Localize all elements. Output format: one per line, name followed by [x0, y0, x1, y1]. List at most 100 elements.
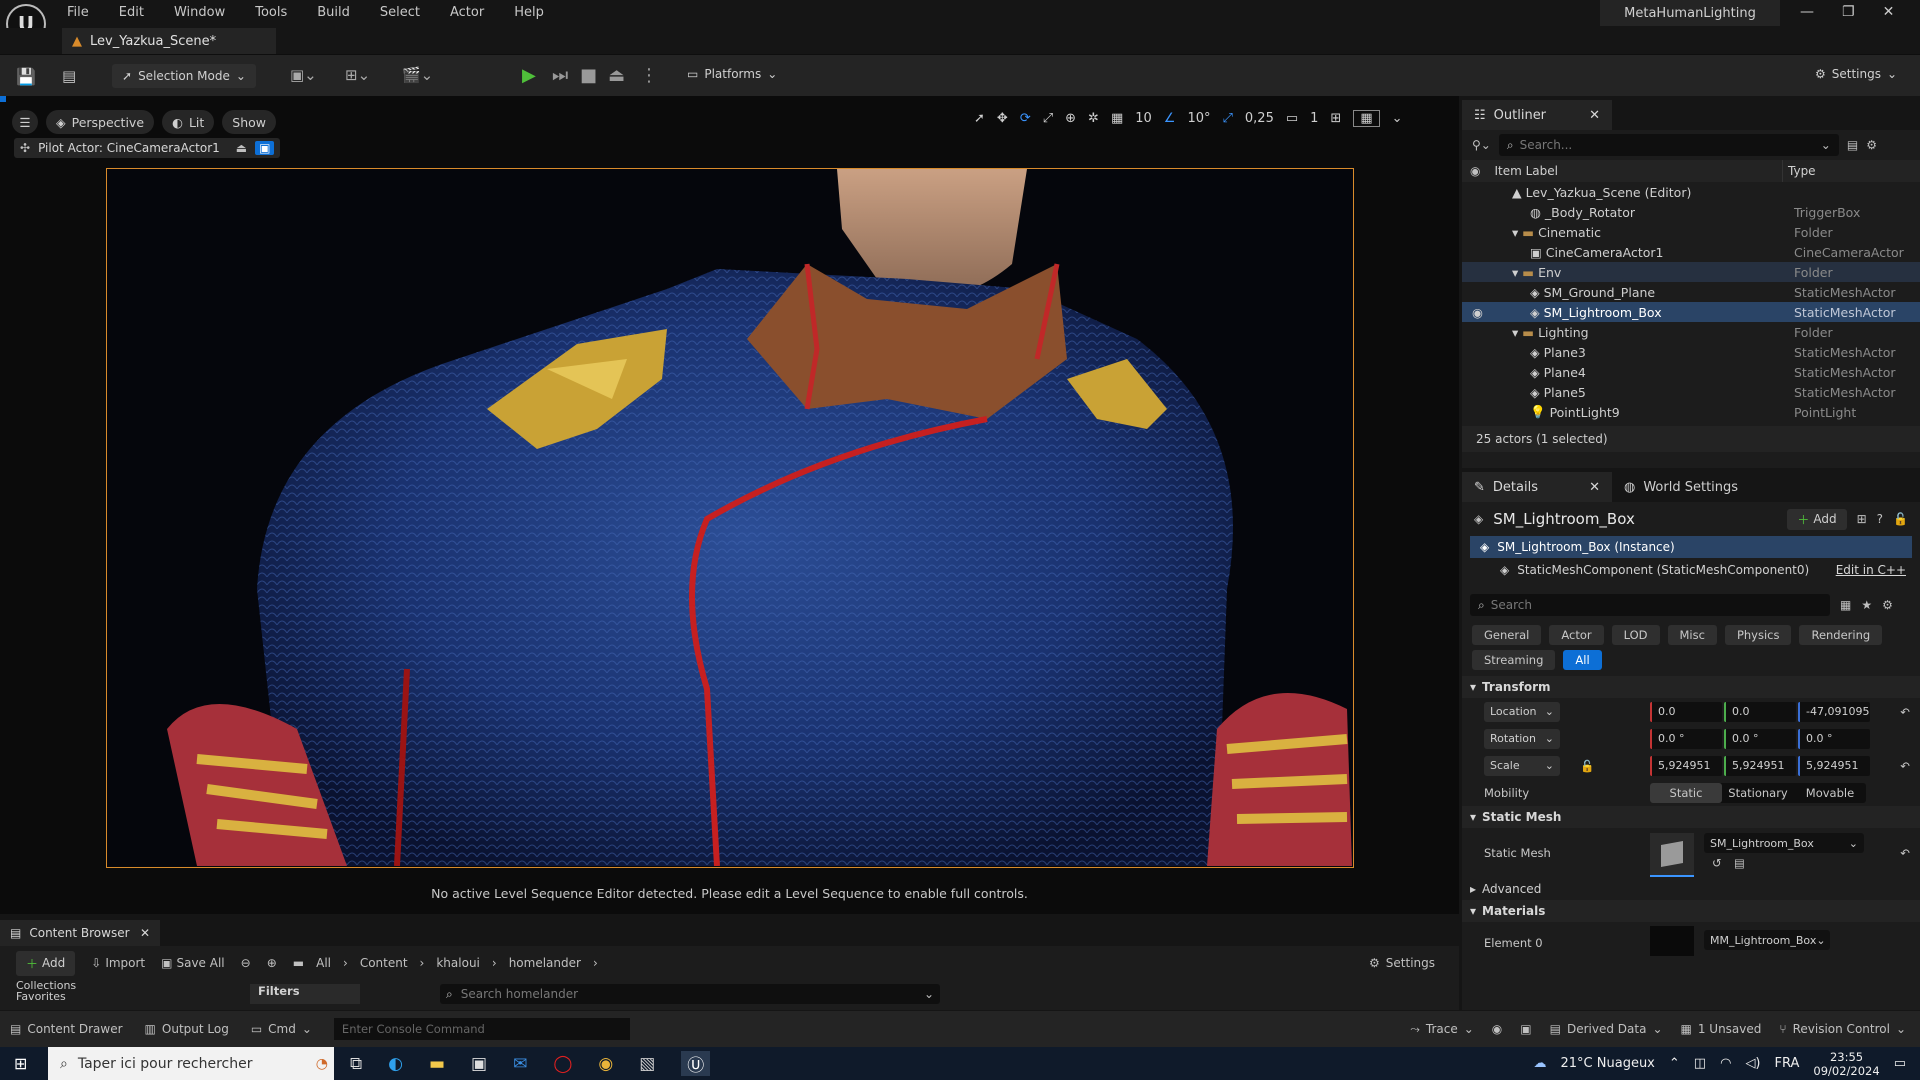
rotation-y-field[interactable]: 0.0 °: [1724, 728, 1796, 749]
more-icon[interactable]: ⋮: [640, 65, 658, 86]
add-folder-icon[interactable]: ▤: [1847, 138, 1858, 152]
scale-snap-icon[interactable]: ⤢: [1222, 111, 1232, 126]
static-mesh-section[interactable]: ▾ Static Mesh: [1462, 806, 1920, 828]
edit-cpp-link[interactable]: Edit in C++: [1836, 563, 1906, 577]
store-icon[interactable]: ▣: [471, 1054, 487, 1074]
outliner-row-level[interactable]: ▲ Lev_Yazkua_Scene (Editor): [1462, 182, 1920, 202]
outliner-row[interactable]: ◈ Plane3 StaticMeshActor: [1462, 342, 1920, 362]
menu-tools[interactable]: Tools: [255, 5, 287, 20]
chip-lod[interactable]: LOD: [1611, 624, 1660, 645]
taskbar-search-input[interactable]: ⌕ Taper ici pour rechercher ◔: [48, 1047, 334, 1080]
menu-actor[interactable]: Actor: [450, 5, 484, 20]
unreal-taskbar-icon[interactable]: Ⓤ: [681, 1051, 711, 1076]
camera-lock-icon[interactable]: ▣: [255, 141, 275, 155]
mesh-thumbnail[interactable]: [1650, 833, 1694, 877]
stop-icon[interactable]: ■: [580, 65, 597, 86]
transform-section[interactable]: ▾ Transform: [1462, 676, 1920, 698]
camera-speed-icon[interactable]: ▭: [1286, 111, 1298, 126]
move-tool-icon[interactable]: ✥: [997, 111, 1008, 126]
level-tab[interactable]: ▲ Lev_Yazkua_Scene*: [62, 28, 276, 54]
collections-header[interactable]: Collections Favorites: [16, 980, 76, 1002]
reset-icon[interactable]: ↶: [1900, 759, 1910, 773]
breadcrumb-homelander[interactable]: homelander: [509, 956, 581, 970]
content-drawer-button[interactable]: ▤ Content Drawer: [10, 1022, 123, 1036]
minimize-icon[interactable]: —: [1800, 4, 1814, 20]
level-viewport[interactable]: ☰ ◈ Perspective ◐ Lit Show ✣ Pilot Actor: …: [0, 96, 1459, 914]
outliner-folder-row[interactable]: ▾ ▬ Cinematic Folder: [1462, 222, 1920, 242]
chip-all[interactable]: All: [1563, 649, 1602, 670]
rotation-x-field[interactable]: 0.0 °: [1650, 728, 1722, 749]
save-icon[interactable]: 💾: [16, 67, 36, 86]
gear-icon[interactable]: ⚙: [1866, 138, 1877, 152]
derived-data-dropdown[interactable]: ▤ Derived Data ⌄: [1550, 1022, 1663, 1036]
table-view-icon[interactable]: ▦: [1840, 598, 1851, 612]
material-thumbnail[interactable]: [1650, 926, 1694, 956]
eye-icon[interactable]: ◉: [1472, 305, 1483, 320]
chip-rendering[interactable]: Rendering: [1799, 624, 1883, 645]
save-all-button[interactable]: ▣ Save All: [161, 956, 225, 970]
rotation-snap-icon[interactable]: ∠: [1164, 111, 1176, 126]
cinematics-icon[interactable]: 🎬⌄: [402, 66, 433, 84]
scale-lock-icon[interactable]: 🔓: [1580, 759, 1594, 773]
outliner-row[interactable]: ◈ SM_Ground_Plane StaticMeshActor: [1462, 282, 1920, 302]
menu-window[interactable]: Window: [174, 5, 225, 20]
details-tab[interactable]: ✎ Details ✕: [1462, 472, 1612, 502]
add-component-button[interactable]: ＋ Add: [1787, 508, 1847, 530]
revision-control-dropdown[interactable]: ⑂ Revision Control ⌄: [1779, 1022, 1906, 1036]
rotation-z-field[interactable]: 0.0 °: [1798, 728, 1870, 749]
materials-section[interactable]: ▾ Materials: [1462, 900, 1920, 922]
close-icon[interactable]: ✕: [140, 926, 150, 940]
close-icon[interactable]: ✕: [1883, 4, 1895, 20]
back-icon[interactable]: ⊖: [241, 956, 251, 970]
file-explorer-icon[interactable]: ▬: [429, 1054, 445, 1074]
output-log-button[interactable]: ▥ Output Log: [145, 1022, 229, 1036]
chrome-icon[interactable]: ◉: [598, 1054, 613, 1074]
eject-pilot-icon[interactable]: ⏏: [236, 141, 247, 155]
cmd-dropdown[interactable]: ▭ Cmd ⌄: [251, 1022, 312, 1036]
app-icon[interactable]: ▧: [639, 1054, 655, 1074]
outliner-row-selected[interactable]: ◉ ◈ SM_Lightroom_Box StaticMeshActor: [1462, 302, 1920, 322]
layout-icon[interactable]: ⊞: [1330, 111, 1341, 126]
advanced-section[interactable]: ▸ Advanced: [1462, 878, 1920, 900]
chip-misc[interactable]: Misc: [1667, 624, 1717, 645]
outliner-row[interactable]: ◈ Plane4 StaticMeshActor: [1462, 362, 1920, 382]
mobility-movable[interactable]: Movable: [1794, 786, 1866, 800]
weather-text[interactable]: 21°C Nuageux: [1561, 1056, 1655, 1071]
edge-icon[interactable]: ◐: [388, 1054, 403, 1074]
surface-snap-icon[interactable]: ✲: [1088, 111, 1099, 126]
scale-y-field[interactable]: 5,924951: [1724, 755, 1796, 776]
wifi-icon[interactable]: ◠: [1720, 1056, 1731, 1071]
windows-start-icon[interactable]: ⊞: [14, 1054, 27, 1073]
menu-select[interactable]: Select: [380, 5, 420, 20]
unsaved-button[interactable]: ▦ 1 Unsaved: [1681, 1022, 1762, 1036]
cb-settings-button[interactable]: ⚙ Settings: [1369, 956, 1435, 970]
selection-mode-dropdown[interactable]: ➚ Selection Mode ⌄: [112, 64, 256, 88]
outliner-tab[interactable]: ☷ Outliner ✕: [1462, 100, 1612, 130]
hamburger-icon[interactable]: ☰: [12, 110, 38, 134]
cb-search-input[interactable]: ⌕ Search homelander ⌄: [440, 984, 940, 1004]
outliner-row[interactable]: ◍ _Body_Rotator TriggerBox: [1462, 202, 1920, 222]
forward-icon[interactable]: ⊕: [267, 956, 277, 970]
location-z-field[interactable]: -47,091095: [1798, 701, 1870, 722]
clock[interactable]: 23:55 09/02/2024: [1813, 1050, 1879, 1078]
viewport-grid-icon[interactable]: ▦: [1353, 110, 1380, 127]
outliner-row[interactable]: 💡 PointLight9 PointLight: [1462, 402, 1920, 422]
help-icon[interactable]: ?: [1877, 512, 1883, 526]
chevron-up-icon[interactable]: ⌃: [1669, 1056, 1680, 1071]
console-input[interactable]: Enter Console Command: [333, 1018, 630, 1040]
content-browser-tab[interactable]: ▤ Content Browser ✕: [0, 920, 160, 946]
browse-folder-icon[interactable]: ▤: [1734, 856, 1745, 870]
restore-icon[interactable]: ❐: [1842, 4, 1855, 20]
show-button[interactable]: Show: [222, 110, 277, 134]
opera-icon[interactable]: ◯: [553, 1054, 572, 1074]
outliner-folder-row[interactable]: ▾ ▬ Lighting Folder: [1462, 322, 1920, 342]
close-icon[interactable]: ✕: [1589, 480, 1600, 495]
lit-button[interactable]: ◐ Lit: [162, 110, 215, 134]
static-mesh-picker[interactable]: SM_Lightroom_Box ⌄: [1704, 833, 1864, 853]
breadcrumb-khaloui[interactable]: khaloui: [436, 956, 480, 970]
mobility-static[interactable]: Static: [1650, 782, 1722, 803]
menu-edit[interactable]: Edit: [119, 5, 144, 20]
gear-icon[interactable]: ⚙: [1882, 598, 1893, 612]
chevron-down-icon[interactable]: ⌄: [1392, 111, 1403, 126]
language-indicator[interactable]: FRA: [1775, 1056, 1800, 1071]
